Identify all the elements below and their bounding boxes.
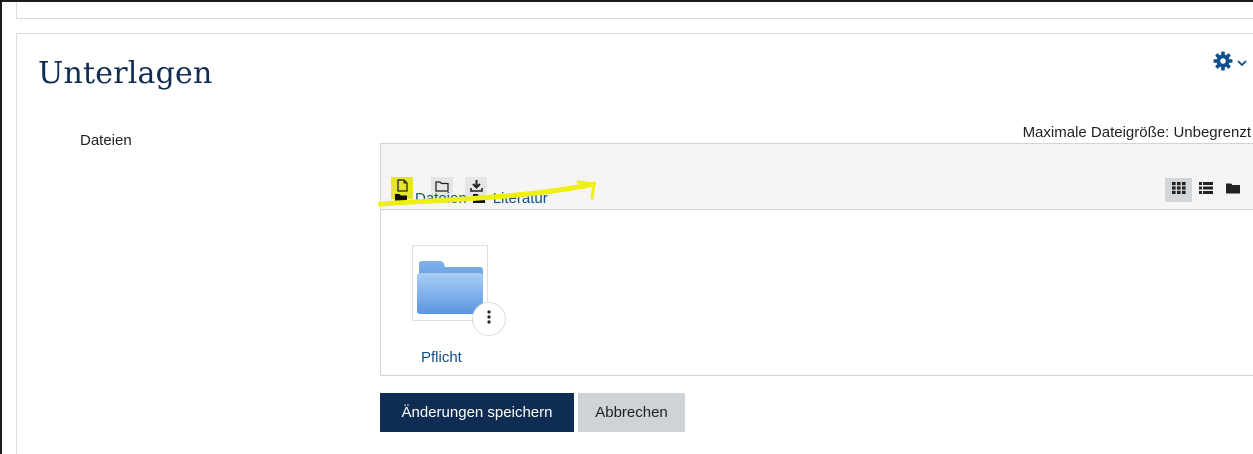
list-icon	[1198, 181, 1213, 199]
icons-view-button[interactable]	[1165, 178, 1192, 202]
page-title: Unterlagen	[38, 56, 213, 91]
previous-section-edge	[16, 2, 1253, 19]
chevron-down-icon	[1237, 54, 1247, 72]
save-changes-button[interactable]: Änderungen speichern	[380, 393, 574, 432]
more-vertical-icon	[487, 309, 491, 329]
cancel-button[interactable]: Abbrechen	[578, 393, 685, 432]
grid-icon	[1171, 181, 1186, 199]
folder-name[interactable]: Pflicht	[421, 349, 462, 366]
file-manager: Dateien Literatur Pflicht	[380, 143, 1253, 376]
view-switcher	[1165, 178, 1246, 202]
max-file-size-info: Maximale Dateigröße: Unbegrenzt	[1022, 124, 1251, 141]
highlight-underline	[378, 180, 597, 207]
gear-icon	[1213, 51, 1233, 76]
item-options-button[interactable]	[472, 302, 506, 336]
folder-icon	[1225, 181, 1240, 199]
settings-menu-toggle[interactable]	[1213, 51, 1253, 76]
tree-view-button[interactable]	[1219, 178, 1246, 202]
files-field-label: Dateien	[80, 132, 132, 149]
details-view-button[interactable]	[1192, 178, 1219, 202]
